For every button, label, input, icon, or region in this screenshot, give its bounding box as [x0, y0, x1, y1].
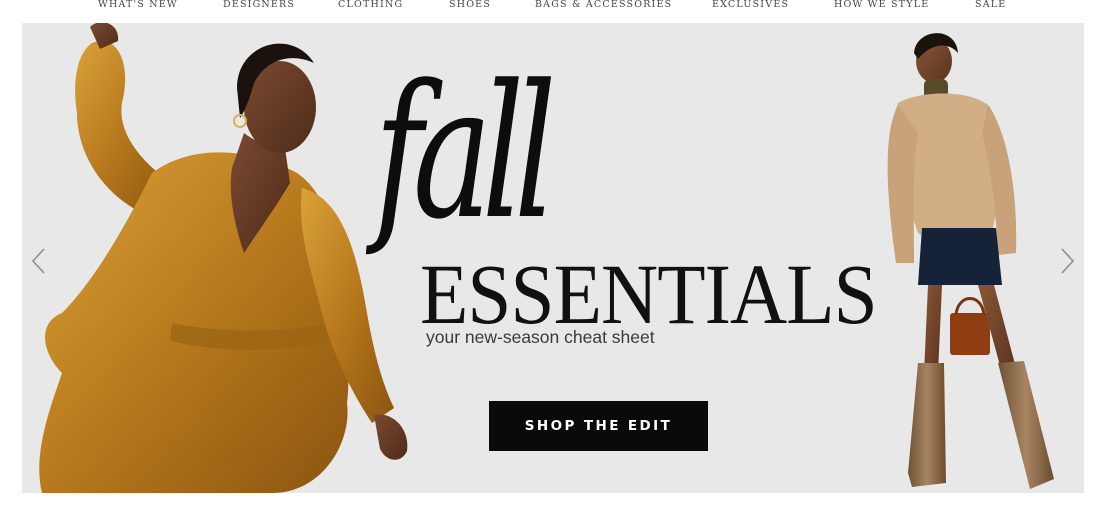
hero-banner[interactable]: fall ESSENTIALS your new-season cheat sh… — [22, 23, 1084, 493]
shop-the-edit-button[interactable]: SHOP THE EDIT — [489, 401, 708, 451]
nav-item-designers[interactable]: DESIGNERS — [223, 0, 295, 10]
headline-essentials: ESSENTIALS — [420, 246, 878, 342]
hero-subtitle: your new-season cheat sheet — [426, 327, 655, 347]
nav-item-whats-new[interactable]: WHAT'S NEW — [98, 0, 178, 10]
nav-item-shoes[interactable]: SHOES — [449, 0, 491, 10]
model-beige-sweater-image — [887, 33, 1054, 489]
nav-item-clothing[interactable]: CLOTHING — [338, 0, 403, 10]
top-navigation: WHAT'S NEW DESIGNERS CLOTHING SHOES BAGS… — [0, 0, 1097, 18]
chevron-left-icon[interactable] — [28, 245, 50, 277]
nav-item-bags-accessories[interactable]: BAGS & ACCESSORIES — [535, 0, 672, 10]
nav-item-exclusives[interactable]: EXCLUSIVES — [712, 0, 789, 10]
chevron-right-icon[interactable] — [1056, 245, 1078, 277]
nav-item-how-we-style[interactable]: HOW WE STYLE — [834, 0, 929, 10]
nav-item-sale[interactable]: SALE — [975, 0, 1006, 10]
headline-script-fall: fall — [374, 46, 556, 260]
